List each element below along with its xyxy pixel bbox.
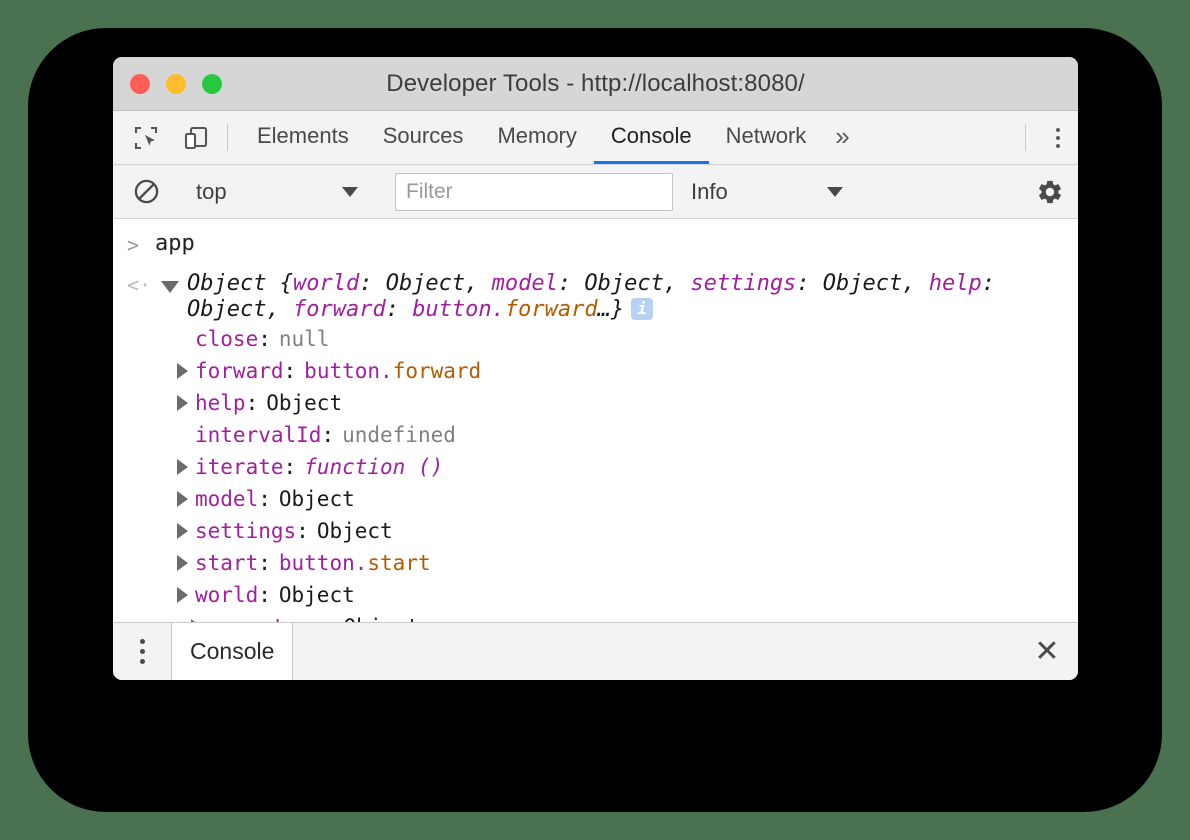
property-name: settings — [195, 519, 296, 543]
property-name: world — [195, 583, 258, 607]
tab-bar-spacer — [862, 111, 1013, 164]
object-property-row[interactable]: help: Object — [113, 387, 1078, 419]
drawer-kebab-menu-icon[interactable] — [113, 623, 171, 680]
clear-console-icon[interactable] — [127, 173, 165, 211]
property-colon: : — [284, 359, 297, 383]
object-preview-text: Object {world: Object, model: Object, se… — [187, 271, 995, 322]
gear-icon[interactable] — [1022, 178, 1078, 206]
property-name: start — [195, 551, 258, 575]
tab-memory[interactable]: Memory — [480, 111, 593, 164]
property-value: button.forward — [304, 359, 481, 383]
expand-triangle-icon[interactable] — [177, 459, 188, 475]
property-colon: : — [296, 519, 309, 543]
property-colon: : — [321, 423, 334, 447]
property-name: close — [195, 327, 258, 351]
expand-triangle-icon[interactable] — [177, 395, 188, 411]
property-colon: : — [284, 455, 297, 479]
property-value: button.start — [279, 551, 431, 575]
object-preview: Object {world: Object, model: Object, se… — [187, 271, 997, 323]
property-value: Object — [343, 615, 419, 622]
drawer-tab-console[interactable]: Console — [171, 623, 293, 680]
tab-network[interactable]: Network — [709, 111, 824, 164]
log-level-label: Info — [685, 179, 827, 205]
console-output-row: <· Object {world: Object, model: Object,… — [113, 263, 1078, 323]
tab-elements[interactable]: Elements — [240, 111, 366, 164]
output-prompt-icon: <· — [127, 271, 155, 297]
device-toolbar-icon[interactable] — [177, 119, 215, 157]
console-input-expression: app — [155, 231, 195, 256]
property-colon: : — [258, 327, 271, 351]
execution-context-label: top — [190, 179, 342, 205]
devtools-window: Developer Tools - http://localhost:8080/ — [113, 57, 1078, 680]
property-value: function () — [304, 455, 443, 479]
expand-object-triangle[interactable] — [161, 281, 179, 293]
expand-triangle-icon[interactable] — [177, 523, 188, 539]
property-name: forward — [195, 359, 284, 383]
object-property-row[interactable]: forward: button.forward — [113, 355, 1078, 387]
tool-icon-group — [127, 111, 215, 164]
toolbar-divider — [227, 124, 228, 151]
object-property-row[interactable]: world: Object — [113, 579, 1078, 611]
close-drawer-icon[interactable]: ✕ — [1016, 623, 1078, 680]
menu-divider — [1025, 124, 1026, 151]
property-colon: : — [258, 487, 271, 511]
expand-triangle-icon[interactable] — [177, 491, 188, 507]
property-name: iterate — [195, 455, 284, 479]
main-menu-kebab-icon[interactable] — [1038, 111, 1078, 164]
object-property-list: close: null forward: button.forward help: Obj… — [113, 323, 1078, 622]
panel-tabs: Elements Sources Memory Console Network … — [240, 111, 862, 164]
devtools-tab-bar: Elements Sources Memory Console Network … — [113, 111, 1078, 165]
window-title: Developer Tools - http://localhost:8080/ — [113, 70, 1078, 98]
object-property-row[interactable]: model: Object — [113, 483, 1078, 515]
object-property-row[interactable]: close: null — [113, 323, 1078, 355]
expand-triangle-icon[interactable] — [177, 555, 188, 571]
tab-sources[interactable]: Sources — [366, 111, 481, 164]
property-name: model — [195, 487, 258, 511]
object-property-row[interactable]: intervalId: undefined — [113, 419, 1078, 451]
filter-input[interactable] — [395, 173, 673, 211]
drawer-bar: Console ✕ — [113, 622, 1078, 680]
screenshot-stage: Developer Tools - http://localhost:8080/ — [0, 0, 1190, 840]
chevron-down-icon — [342, 187, 358, 197]
property-name: help — [195, 391, 246, 415]
property-colon: : — [258, 551, 271, 575]
property-name: __proto__ — [209, 615, 323, 622]
property-value: Object — [279, 487, 355, 511]
property-value: null — [279, 327, 330, 351]
object-property-row[interactable]: settings: Object — [113, 515, 1078, 547]
input-prompt-icon: > — [127, 231, 155, 257]
expand-triangle-icon[interactable] — [177, 363, 188, 379]
inspect-element-icon[interactable] — [127, 119, 165, 157]
object-property-row[interactable]: __proto__: Object — [113, 611, 1078, 622]
title-bar: Developer Tools - http://localhost:8080/ — [113, 57, 1078, 111]
info-badge-icon[interactable]: i — [631, 298, 653, 320]
property-colon: : — [246, 391, 259, 415]
property-value: Object — [266, 391, 342, 415]
property-name: intervalId — [195, 423, 321, 447]
log-level-select[interactable]: Info — [685, 179, 855, 205]
object-property-row[interactable]: iterate: function () — [113, 451, 1078, 483]
console-input-row: > app — [113, 219, 1078, 263]
property-colon: : — [258, 583, 271, 607]
property-value: Object — [317, 519, 393, 543]
tab-console[interactable]: Console — [594, 111, 709, 164]
expand-triangle-icon[interactable] — [191, 619, 202, 622]
object-property-row[interactable]: start: button.start — [113, 547, 1078, 579]
chevron-down-icon-2 — [827, 187, 843, 197]
drawer-spacer — [293, 623, 1016, 680]
property-value: Object — [279, 583, 355, 607]
console-output[interactable]: > app <· Object {world: Object, model: O… — [113, 219, 1078, 622]
console-toolbar: top Info — [113, 165, 1078, 219]
property-colon: : — [323, 615, 336, 622]
execution-context-select[interactable]: top — [190, 179, 370, 205]
expand-triangle-icon[interactable] — [177, 587, 188, 603]
more-tabs-icon[interactable]: » — [823, 111, 861, 164]
property-value: undefined — [342, 423, 456, 447]
